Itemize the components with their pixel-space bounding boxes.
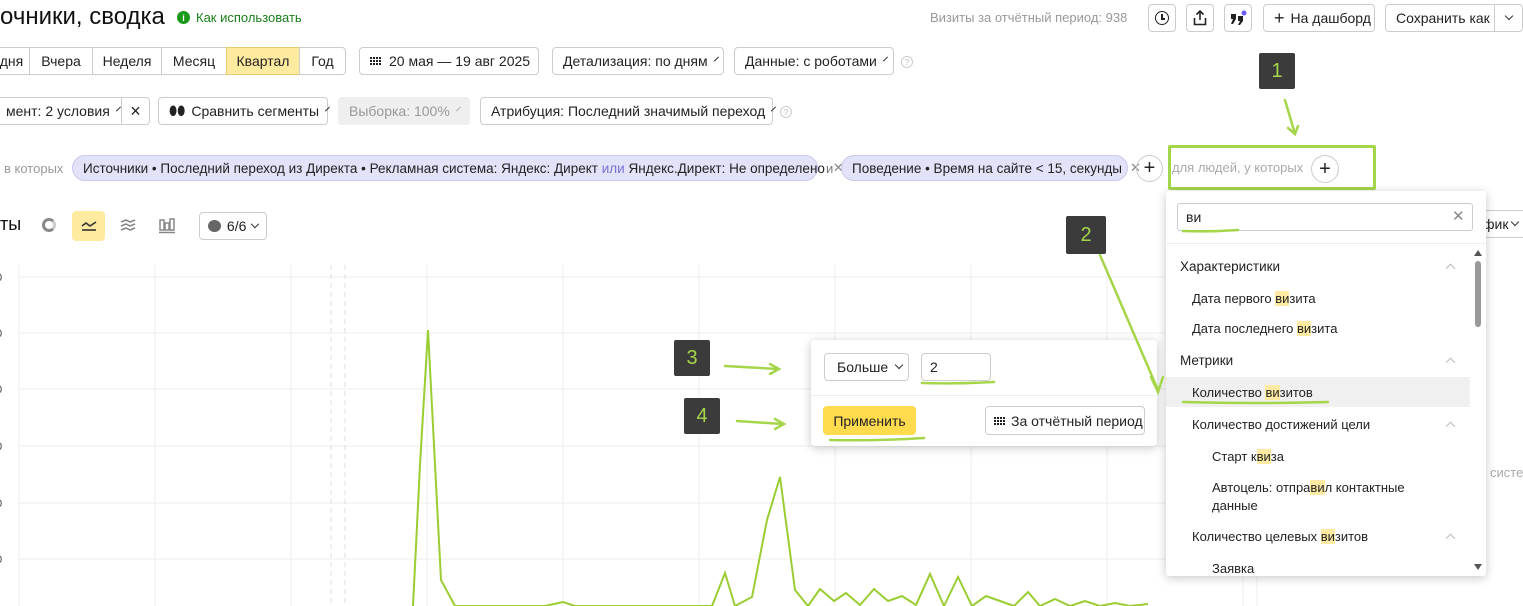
annotation-1: 1: [1259, 53, 1295, 89]
annotation-3: 3: [674, 340, 710, 376]
annotation-arrows: [723, 98, 1330, 442]
annotation-2: 2: [1066, 216, 1106, 254]
annotation-4: 4: [684, 398, 720, 434]
